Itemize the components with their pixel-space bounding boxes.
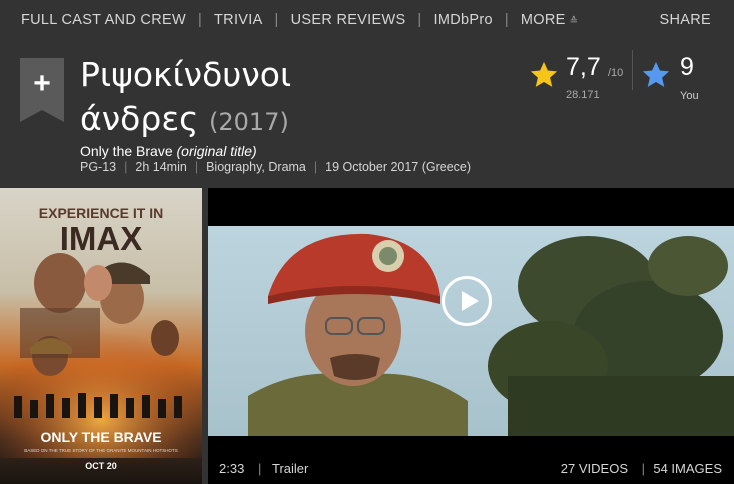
chevron-double-down-icon: ≙ [569, 16, 579, 27]
release-date-link[interactable]: 19 October 2017 (Greece) [325, 160, 471, 174]
meta-separator: | [313, 160, 318, 174]
poster-date: OCT 20 [85, 461, 117, 471]
star-icon [530, 61, 558, 87]
poster-tagline: BASED ON THE TRUE STORY OF THE GRANITE M… [24, 448, 177, 453]
video-frame [208, 226, 734, 436]
star-icon [642, 61, 670, 87]
user-rating-button[interactable]: 9 You [640, 52, 730, 102]
imdb-rating: 7,7 /10 28.171 [528, 52, 628, 102]
rating-score: 7,7 [566, 53, 601, 81]
poster-top-text-1: EXPERIENCE IT IN [39, 205, 163, 221]
poster-top-text-2: IMAX [60, 220, 143, 257]
movie-poster[interactable]: EXPERIENCE IT IN IMAX ONLY THE BRAVE BAS… [0, 188, 202, 484]
meta-separator: | [124, 160, 128, 174]
original-title-text: Only the Brave [80, 143, 173, 159]
title-line-2-text: άνδρες [80, 99, 199, 138]
poster-title: ONLY THE BRAVE [40, 429, 161, 445]
content-rating: PG-13 [80, 160, 117, 174]
plus-icon: + [33, 67, 51, 100]
rating-divider [632, 50, 633, 90]
user-rating-label: You [680, 90, 699, 102]
video-bar-separator: | [641, 461, 645, 476]
video-type-link[interactable]: Trailer [272, 461, 308, 476]
runtime: 2h 14min [135, 160, 187, 174]
video-duration: 2:33 [219, 461, 245, 476]
page-title: Ριψοκίνδυνοι άνδρες (2017) [80, 53, 340, 144]
rating-out-of: /10 [608, 67, 624, 79]
user-rating-value: 9 [680, 53, 694, 81]
poster-image: EXPERIENCE IT IN IMAX ONLY THE BRAVE BAS… [0, 188, 202, 484]
video-info-bar: 2:33 | Trailer 27 VIDEOS | 54 IMAGES [208, 450, 734, 484]
nav-imdbpro[interactable]: IMDbPro [422, 12, 505, 28]
play-icon[interactable] [442, 276, 492, 326]
rating-count[interactable]: 28.171 [566, 89, 600, 101]
trailer-video-player[interactable]: 2:33 | Trailer 27 VIDEOS | 54 IMAGES [208, 188, 734, 484]
release-year-link[interactable]: (2017) [209, 108, 289, 136]
title-header: + Ριψοκίνδυνοι άνδρες (2017) Only the Br… [0, 40, 734, 188]
nav-full-cast[interactable]: FULL CAST AND CREW [0, 12, 198, 28]
nav-user-reviews[interactable]: USER REVIEWS [279, 12, 418, 28]
title-line-1: Ριψοκίνδυνοι [80, 55, 292, 94]
video-still [208, 226, 734, 436]
nav-trivia[interactable]: TRIVIA [202, 12, 275, 28]
title-meta: PG-13 | 2h 14min | Biography, Drama | 19 Octob… [80, 160, 471, 174]
share-button[interactable]: SHARE [660, 12, 711, 28]
images-count-link[interactable]: 54 IMAGES [653, 461, 722, 476]
meta-separator: | [194, 160, 199, 174]
top-nav: FULL CAST AND CREW | TRIVIA | USER REVIE… [0, 0, 734, 40]
original-title-note: (original title) [176, 143, 257, 159]
add-to-watchlist-button[interactable]: + [20, 58, 64, 122]
genres-link[interactable]: Biography, Drama [206, 160, 306, 174]
videos-count-link[interactable]: 27 VIDEOS [561, 461, 628, 476]
video-bar-separator: | [258, 461, 262, 476]
original-title: Only the Brave (original title) [80, 143, 257, 159]
nav-more[interactable]: MORE ≙ [509, 12, 590, 28]
nav-more-label: MORE [520, 12, 566, 28]
title-line-2: άνδρες (2017) [80, 97, 340, 144]
